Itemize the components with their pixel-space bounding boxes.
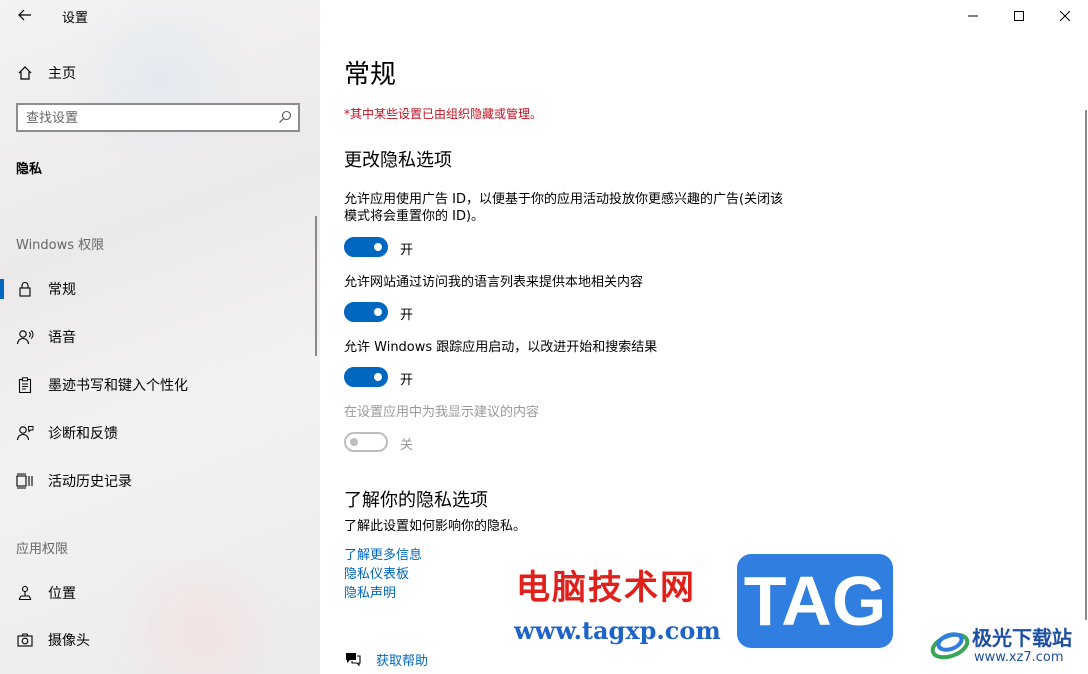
watermark-site-name: 极光下载站: [972, 626, 1072, 650]
toggle-state-label: 开: [400, 243, 414, 258]
timeline-icon: [16, 472, 34, 490]
option-desc-language-list: 允许网站通过访问我的语言列表来提供本地相关内容: [344, 275, 644, 290]
page-title: 常规: [344, 60, 397, 90]
get-help[interactable]: 获取帮助: [344, 649, 428, 669]
sidebar-item-camera[interactable]: 摄像头: [0, 620, 316, 660]
toggle-track-app-launches[interactable]: [344, 367, 388, 387]
back-button[interactable]: [14, 4, 36, 26]
get-help-link[interactable]: 获取帮助: [376, 650, 428, 669]
speech-icon: [16, 328, 34, 346]
category-label: 隐私: [16, 162, 43, 177]
lock-icon: [16, 280, 34, 298]
sidebar-item-home[interactable]: 主页: [0, 53, 316, 93]
sidebar-item-label: 位置: [48, 586, 76, 602]
main-content: 常规 *其中某些设置已由组织隐藏或管理。 更改隐私选项 允许应用使用广告 ID，…: [320, 0, 1088, 674]
location-icon: [16, 584, 34, 602]
option-desc-suggested-content: 在设置应用中为我显示建议的内容: [344, 405, 540, 420]
search-icon[interactable]: [278, 110, 292, 124]
sidebar-item-location[interactable]: 位置: [0, 573, 316, 613]
toggle-state-label: 开: [400, 373, 414, 388]
sidebar-item-label: 墨迹书写和键入个性化: [48, 378, 188, 394]
sidebar-item-activity-history[interactable]: 活动历史记录: [0, 461, 316, 501]
sidebar-item-label: 摄像头: [48, 633, 90, 649]
link-learn-more[interactable]: 了解更多信息: [344, 544, 422, 563]
link-privacy-dashboard[interactable]: 隐私仪表板: [344, 563, 409, 582]
sidebar-item-label: 常规: [48, 282, 76, 298]
watermark-site-url: www.xz7.com: [974, 650, 1064, 665]
sidebar-item-inking-typing[interactable]: 墨迹书写和键入个性化: [0, 365, 316, 405]
toggle-advertising-id[interactable]: [344, 237, 388, 257]
watermark-cn-text: 电脑技术网: [516, 568, 696, 608]
arrow-left-icon: [18, 9, 31, 21]
link-privacy-statement[interactable]: 隐私声明: [344, 582, 396, 601]
toggle-language-list[interactable]: [344, 302, 388, 322]
watermark-aurora-logo: [930, 632, 970, 660]
sidebar-item-label: 活动历史记录: [48, 474, 132, 490]
watermark-tag-logo: TAG: [737, 554, 893, 648]
section-windows-permissions: Windows 权限: [16, 238, 105, 253]
watermark-url: www.tagxp.com: [514, 616, 721, 645]
person-feedback-icon: [16, 424, 34, 442]
managed-warning: *其中某些设置已由组织隐藏或管理。: [344, 107, 543, 121]
clipboard-icon: [16, 376, 34, 394]
sidebar-scrollbar[interactable]: [315, 216, 317, 356]
option-desc-track-app-launches: 允许 Windows 跟踪应用启动，以改进开始和搜索结果: [344, 340, 658, 355]
chat-help-icon: [346, 653, 361, 667]
sidebar-item-speech[interactable]: 语音: [0, 317, 316, 357]
sidebar: 设置 主页 隐私 Windows 权限 常规 语音 墨迹书写和键入个性化: [0, 0, 320, 674]
sidebar-item-label: 语音: [48, 330, 76, 346]
sidebar-item-label: 诊断和反馈: [48, 426, 118, 442]
search-input[interactable]: [26, 109, 266, 127]
option-desc-advertising-id: 允许应用使用广告 ID，以便基于你的应用活动投放你更感兴趣的广告(关闭该模式将会…: [344, 192, 784, 224]
sidebar-item-diagnostics[interactable]: 诊断和反馈: [0, 413, 316, 453]
learn-section-title: 了解你的隐私选项: [344, 490, 488, 511]
active-indicator: [0, 279, 4, 299]
section-app-permissions: 应用权限: [16, 542, 69, 557]
toggle-state-label: 开: [400, 308, 414, 323]
learn-section-desc: 了解此设置如何影响你的隐私。: [344, 519, 527, 534]
sidebar-item-general[interactable]: 常规: [0, 269, 316, 309]
main-scrollbar[interactable]: [1085, 110, 1087, 620]
app-title: 设置: [62, 11, 89, 26]
sidebar-item-label: 主页: [48, 66, 76, 82]
toggle-state-label: 关: [400, 438, 414, 453]
search-box[interactable]: [16, 103, 300, 132]
home-icon: [16, 64, 34, 82]
camera-icon: [16, 631, 34, 649]
toggle-suggested-content: [344, 432, 388, 452]
section-title: 更改隐私选项: [344, 150, 452, 171]
